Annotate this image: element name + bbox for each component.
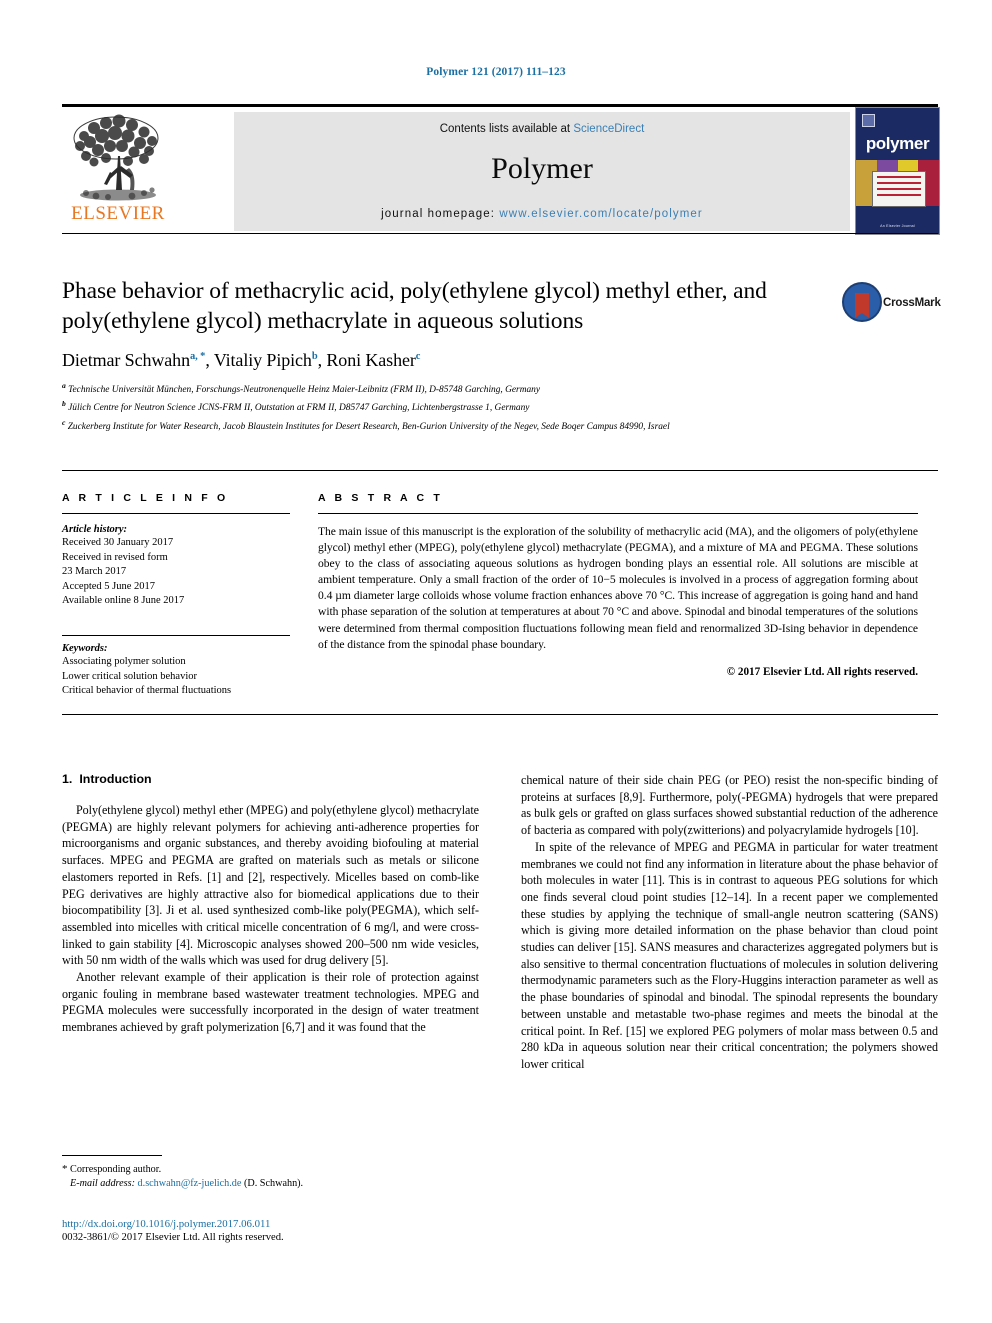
author-name: Dietmar Schwahn [62, 350, 190, 370]
article-page: Polymer 121 (2017) 111–123 ELSEVIER Cont… [0, 0, 992, 1323]
keyword-item: Lower critical solution behavior [62, 670, 197, 682]
history-item: Received 30 January 2017 [62, 537, 174, 548]
email-label: E-mail address: [70, 1178, 135, 1189]
history-item: Received in revised form [62, 551, 168, 563]
affiliation-list: a Technische Universität München, Forsch… [62, 379, 882, 434]
cover-title: polymer [865, 134, 930, 153]
cover-inset-figure [872, 171, 926, 207]
masthead-top-rule [62, 104, 938, 107]
keyword-item: Associating polymer solution [62, 655, 186, 667]
affiliation-text: Jülich Centre for Neutron Science JCNS-F… [68, 403, 530, 414]
info-section-bottom-rule [62, 714, 938, 715]
title-block: Phase behavior of methacrylic acid, poly… [62, 276, 941, 434]
article-history-list: Received 30 January 2017 Received in rev… [62, 536, 290, 609]
keywords-label: Keywords: [62, 642, 108, 654]
paragraph: chemical nature of their side chain PEG … [521, 773, 938, 838]
page-footer: http://dx.doi.org/10.1016/j.polymer.2017… [62, 1218, 562, 1243]
author-list: Dietmar Schwahna, *, Vitaliy Pipichb, Ro… [62, 350, 938, 371]
affiliation-item: c Zuckerberg Institute for Water Researc… [62, 416, 882, 434]
corresponding-author-footnote: * Corresponding author. E-mail address: … [62, 1155, 479, 1191]
affiliation-text: Technische Universität München, Forschun… [68, 385, 540, 396]
article-info-heading: A R T I C L E I N F O [62, 492, 229, 504]
contents-prefix: Contents lists available at [439, 123, 574, 135]
cover-footer-text: An Elsevier Journal [880, 224, 915, 228]
masthead-bottom-rule [62, 233, 938, 234]
page-title: Phase behavior of methacrylic acid, poly… [62, 278, 767, 334]
journal-masthead: ELSEVIER Contents lists available at Sci… [62, 104, 940, 236]
abstract-rule [318, 513, 918, 514]
affiliation-item: b Jülich Centre for Neutron Science JCNS… [62, 397, 882, 415]
running-head: Polymer 121 (2017) 111–123 [426, 66, 566, 78]
journal-banner: Contents lists available at ScienceDirec… [234, 112, 850, 231]
section-title-introduction: 1. Introduction [62, 772, 479, 786]
crossmark-icon [842, 282, 882, 322]
keywords-block: Keywords: Associating polymer solution L… [62, 634, 290, 699]
article-info-rule [62, 513, 290, 514]
elsevier-logo: ELSEVIER [64, 112, 172, 230]
elsevier-wordmark: ELSEVIER [71, 203, 165, 224]
contents-line: Contents lists available at ScienceDirec… [234, 112, 850, 135]
article-history-label: Article history: [62, 524, 128, 535]
issn-copyright-line: 0032-3861/© 2017 Elsevier Ltd. All right… [62, 1232, 284, 1243]
author-name: Roni Kasher [326, 350, 416, 370]
abstract-text: The main issue of this manuscript is the… [318, 525, 918, 651]
abstract-column: A B S T R A C T The main issue of this m… [318, 492, 918, 699]
keyword-item: Critical behavior of thermal fluctuation… [62, 685, 232, 697]
keywords-rule [62, 634, 290, 636]
history-item: Available online 8 June 2017 [62, 595, 185, 607]
affiliation-mark: a [62, 381, 66, 390]
affiliation-text: Zuckerberg Institute for Water Research,… [67, 421, 670, 432]
crossmark-label: CrossMark [883, 297, 941, 309]
history-item: Accepted 5 June 2017 [62, 580, 156, 592]
crossmark-badge[interactable]: CrossMark [842, 280, 941, 322]
keywords-list: Associating polymer solution Lower criti… [62, 655, 290, 699]
journal-cover-thumbnail[interactable]: polymer An Elsevier Journal [855, 107, 940, 235]
homepage-prefix: journal homepage: [381, 208, 500, 220]
info-abstract-row: A R T I C L E I N F O Article history: R… [62, 492, 938, 699]
author-affiliation-mark: c [415, 351, 421, 362]
email-owner: (D. Schwahn). [243, 1178, 304, 1189]
journal-name: Polymer [491, 152, 593, 185]
footnote-email-line: E-mail address: d.schwahn@fz-juelich.de … [62, 1177, 479, 1191]
footnote-rule [62, 1155, 162, 1156]
article-info-column: A R T I C L E I N F O Article history: R… [62, 492, 318, 699]
affiliation-mark: b [62, 399, 66, 409]
copyright-line: © 2017 Elsevier Ltd. All rights reserved… [726, 665, 918, 678]
corresponding-author-text: Corresponding author. [70, 1164, 162, 1175]
affiliation-item: a Technische Universität München, Forsch… [62, 379, 882, 397]
affiliation-mark: c [62, 417, 66, 427]
history-item: 23 March 2017 [62, 566, 127, 578]
abstract-heading: A B S T R A C T [318, 492, 443, 504]
paragraph: In spite of the relevance of MPEG and PE… [521, 839, 938, 1071]
section-label: Introduction [79, 772, 152, 786]
asterisk-icon: * [62, 1163, 68, 1175]
elsevier-tree-icon [64, 112, 172, 204]
author-separator: , [205, 350, 214, 370]
footnote-corresponding-line: * Corresponding author. [62, 1162, 479, 1177]
section-number: 1. [62, 772, 73, 786]
body-column-right: chemical nature of their side chain PEG … [521, 772, 938, 1073]
sciencedirect-link[interactable]: ScienceDirect [573, 123, 644, 135]
author-name: Vitaliy Pipich [213, 350, 312, 370]
journal-homepage-line: journal homepage: www.elsevier.com/locat… [234, 208, 850, 220]
cover-badge-icon [862, 114, 875, 127]
info-section-top-rule [62, 470, 938, 471]
email-link[interactable]: d.schwahn@fz-juelich.de [138, 1178, 242, 1189]
paragraph: Another relevant example of their applic… [62, 970, 479, 1035]
body-columns: 1. Introduction Poly(ethylene glycol) met… [62, 772, 938, 1073]
body-column-left: 1. Introduction Poly(ethylene glycol) met… [62, 772, 479, 1073]
journal-homepage-link[interactable]: www.elsevier.com/locate/polymer [499, 208, 702, 220]
paragraph: Poly(ethylene glycol) methyl ether (MPEG… [62, 803, 479, 968]
author-affiliation-mark: a, * [189, 351, 206, 362]
doi-link[interactable]: http://dx.doi.org/10.1016/j.polymer.2017… [62, 1218, 562, 1230]
